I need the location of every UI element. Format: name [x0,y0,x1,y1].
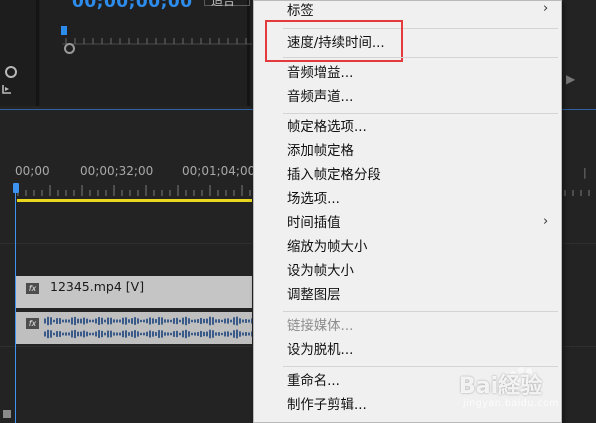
menu-item-audio-channels[interactable]: 音频声道... [287,87,353,109]
menu-item-audio-gain[interactable]: 音频增益... [287,63,353,85]
timeline-playhead-line [15,188,16,423]
menu-separator [283,57,558,58]
monitor-timecode[interactable]: 00;00;00;00 [72,0,193,12]
timeline-playhead-handle[interactable] [13,183,19,193]
menu-item-adjustment-layer[interactable]: 调整图层 [287,285,341,307]
fit-dropdown[interactable]: 适合 [204,0,250,8]
export-frame-icon[interactable] [2,84,12,94]
menu-separator [283,113,558,114]
monitor-ruler[interactable] [62,33,252,45]
watermark-text: Bai経验 [459,374,543,399]
monitor-playhead-marker[interactable] [61,26,67,35]
highlight-box [265,20,403,62]
watermark-url: jingyan.baidu.com [463,398,560,409]
monitor-playhead-handle[interactable] [64,43,75,54]
menu-item-add-frame-hold[interactable]: 添加帧定格 [287,141,354,163]
work-area-bar[interactable] [17,199,252,202]
menu-item-rename[interactable]: 重命名... [287,371,340,393]
submenu-arrow-icon: › [543,214,549,229]
audio-waveform [44,316,252,339]
menu-separator [283,311,558,312]
menu-item-time-interpolation[interactable]: 时间插值 [287,213,341,235]
timeline-ruler-label: 00;01;04;00 [182,164,256,178]
ruler-tick: | [583,166,587,179]
menu-item-link-media: 链接媒体... [287,319,354,334]
fx-badge-icon: fx [26,283,39,294]
scroll-handle[interactable] [3,410,11,418]
menu-item-set-to-frame-size[interactable]: 设为帧大小 [287,261,354,283]
menu-item-make-subclip[interactable]: 制作子剪辑... [287,395,367,417]
submenu-arrow-icon: › [543,1,549,16]
play-icon[interactable]: ▶ [566,72,575,86]
menu-item-field-options[interactable]: 场选项... [287,189,340,211]
menu-item-frame-hold-options[interactable]: 帧定格选项... [287,117,367,139]
timeline-ruler-label: 00;00;32;00 [80,164,154,178]
menu-item-make-offline[interactable]: 设为脱机... [287,340,353,362]
menu-item-scale-to-frame-size[interactable]: 缩放为帧大小 [287,237,367,259]
fx-badge-icon: fx [26,318,39,329]
record-icon[interactable] [5,66,17,78]
menu-item-insert-frame-hold-segment[interactable]: 插入帧定格分段 [287,165,381,187]
video-clip-name: 12345.mp4 [V] [50,279,145,294]
panel-divider [247,0,250,106]
timeline-ruler-label: 00;00 [15,164,50,178]
panel-divider [36,0,39,106]
